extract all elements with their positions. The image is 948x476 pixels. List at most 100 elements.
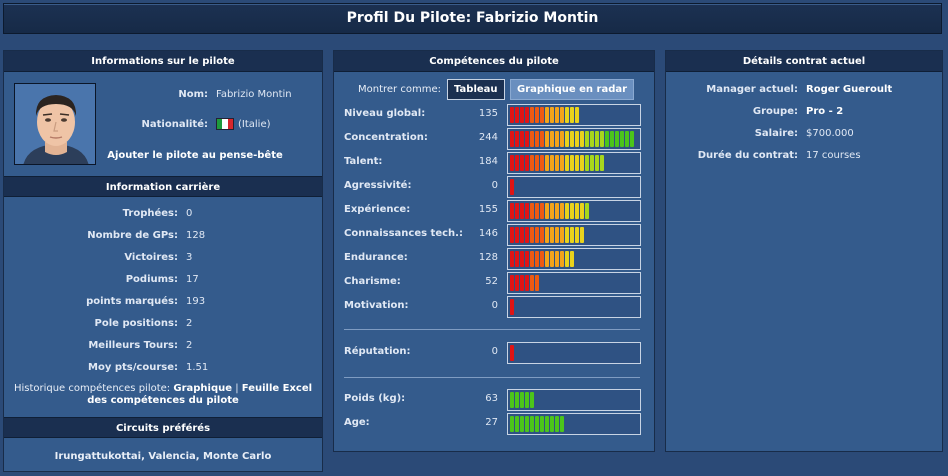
history-graph-link[interactable]: Graphique bbox=[173, 383, 232, 394]
italy-flag-icon bbox=[216, 118, 234, 130]
skill-row: Age: 27 bbox=[344, 413, 641, 435]
contract-label: Groupe: bbox=[752, 106, 798, 117]
skill-row: Concentration: 244 bbox=[344, 128, 641, 150]
divider bbox=[344, 329, 640, 330]
skill-value: 128 bbox=[478, 252, 498, 263]
career-stat-value: 3 bbox=[186, 252, 193, 263]
contract-row: Salaire: $700.000 bbox=[666, 127, 942, 141]
skill-label: Connaissances tech.: bbox=[344, 228, 463, 239]
skill-value: 0 bbox=[491, 300, 498, 311]
skill-label: Age: bbox=[344, 417, 370, 428]
contract-row: Manager actuel: Roger Gueroult bbox=[666, 83, 942, 97]
skill-value: 27 bbox=[485, 417, 498, 428]
table-view-button[interactable]: Tableau bbox=[447, 79, 505, 100]
career-stat-value: 193 bbox=[186, 296, 206, 307]
skill-label: Endurance: bbox=[344, 252, 408, 263]
skill-bar bbox=[507, 152, 641, 174]
skill-value: 155 bbox=[478, 204, 498, 215]
contract-row: Durée du contrat: 17 courses bbox=[666, 149, 942, 163]
skills-header: Compétences du pilote bbox=[334, 51, 654, 72]
driver-info-panel: Informations sur le pilote Nom: Fabrizio… bbox=[3, 50, 323, 472]
driver-info-header: Informations sur le pilote bbox=[4, 51, 322, 72]
career-stat-label: Pole positions: bbox=[94, 318, 178, 329]
skill-bar bbox=[507, 104, 641, 126]
history-prefix: Historique compétences pilote: bbox=[13, 383, 171, 394]
skill-row: Charisme: 52 bbox=[344, 272, 641, 294]
contract-label: Salaire: bbox=[754, 128, 798, 139]
career-stat-row: Podiums: 17 bbox=[4, 273, 322, 287]
skill-label: Poids (kg): bbox=[344, 393, 406, 404]
skill-bar bbox=[507, 389, 641, 411]
nationality-label: Nationalité: bbox=[141, 119, 208, 130]
contract-label: Durée du contrat: bbox=[697, 150, 798, 161]
radar-view-button[interactable]: Graphique en radar bbox=[510, 79, 635, 100]
skill-value: 146 bbox=[478, 228, 498, 239]
favorite-circuits-list: Irungattukottai, Valencia, Monte Carlo bbox=[54, 451, 272, 462]
skill-value: 63 bbox=[485, 393, 498, 404]
skill-row: Motivation: 0 bbox=[344, 296, 641, 318]
career-stat-label: Podiums: bbox=[125, 274, 178, 285]
contract-panel: Détails contrat actuel Manager actuel: Ro… bbox=[665, 50, 943, 452]
contract-label: Manager actuel: bbox=[706, 84, 798, 95]
skill-row: Poids (kg): 63 bbox=[344, 389, 641, 411]
career-stat-row: points marqués: 193 bbox=[4, 295, 322, 309]
career-stat-value: 1.51 bbox=[186, 362, 209, 373]
career-stat-value: 2 bbox=[186, 340, 193, 351]
skill-row: Talent: 184 bbox=[344, 152, 641, 174]
skill-value: 0 bbox=[491, 180, 498, 191]
career-info-header: Information carrière bbox=[4, 176, 322, 197]
career-stat-value: 0 bbox=[186, 208, 193, 219]
skill-row: Réputation: 0 bbox=[344, 342, 641, 364]
career-stat-label: points marqués: bbox=[86, 296, 178, 307]
career-stat-row: Pole positions: 2 bbox=[4, 317, 322, 331]
skill-label: Concentration: bbox=[344, 132, 428, 143]
skills-history: Historique compétences pilote: Graphique… bbox=[10, 383, 316, 411]
driver-face-icon bbox=[15, 84, 95, 164]
history-separator: | bbox=[235, 383, 239, 394]
career-stat-row: Moy pts/course: 1.51 bbox=[4, 361, 322, 375]
skill-bar bbox=[507, 248, 641, 270]
skill-label: Talent: bbox=[344, 156, 383, 167]
skill-bar bbox=[507, 296, 641, 318]
skill-value: 184 bbox=[478, 156, 498, 167]
skill-bar bbox=[507, 413, 641, 435]
contract-value: Roger Gueroult bbox=[806, 84, 893, 95]
page-title: Profil Du Pilote: Fabrizio Montin bbox=[3, 3, 942, 34]
name-label: Nom: bbox=[178, 89, 208, 100]
skill-value: 0 bbox=[491, 346, 498, 357]
skill-bar bbox=[507, 176, 641, 198]
contract-header: Détails contrat actuel bbox=[666, 51, 942, 72]
circuit-item: Valencia bbox=[148, 451, 196, 462]
skill-value: 244 bbox=[478, 132, 498, 143]
career-stat-value: 2 bbox=[186, 318, 193, 329]
career-stat-row: Trophées: 0 bbox=[4, 207, 322, 221]
driver-avatar bbox=[14, 83, 96, 165]
contract-value: $700.000 bbox=[806, 128, 854, 139]
career-stat-row: Victoires: 3 bbox=[4, 251, 322, 265]
skill-label: Niveau global: bbox=[344, 108, 426, 119]
skill-bar bbox=[507, 224, 641, 246]
nationality-value-wrap: (Italie) bbox=[216, 118, 271, 132]
career-stat-label: Nombre de GPs: bbox=[87, 230, 178, 241]
skill-row: Expérience: 155 bbox=[344, 200, 641, 222]
add-to-watchlist-link[interactable]: Ajouter le pilote au pense-bête bbox=[100, 149, 290, 163]
name-value: Fabrizio Montin bbox=[216, 89, 292, 100]
skill-bar bbox=[507, 342, 641, 364]
skill-label: Expérience: bbox=[344, 204, 411, 215]
career-stat-label: Meilleurs Tours: bbox=[88, 340, 178, 351]
career-stat-value: 17 bbox=[186, 274, 199, 285]
skill-bar bbox=[507, 128, 641, 150]
skills-panel: Compétences du pilote Montrer comme: Tab… bbox=[333, 50, 655, 452]
circuit-item: Irungattukottai bbox=[54, 451, 142, 462]
career-stat-value: 128 bbox=[186, 230, 206, 241]
skill-value: 135 bbox=[478, 108, 498, 119]
favorite-circuits-header: Circuits préférés bbox=[4, 417, 322, 438]
nationality-value: (Italie) bbox=[238, 119, 271, 130]
skill-row: Endurance: 128 bbox=[344, 248, 641, 270]
career-stat-label: Moy pts/course: bbox=[88, 362, 178, 373]
skill-row: Niveau global: 135 bbox=[344, 104, 641, 126]
career-stat-label: Trophées: bbox=[122, 208, 178, 219]
skill-bar bbox=[507, 272, 641, 294]
skill-value: 52 bbox=[485, 276, 498, 287]
skill-bar bbox=[507, 200, 641, 222]
